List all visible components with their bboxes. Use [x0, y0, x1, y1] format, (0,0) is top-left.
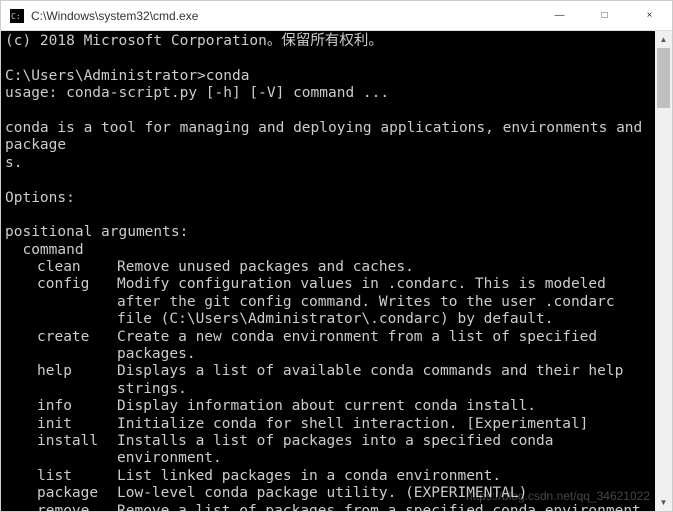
command-row: installInstalls a list of packages into … — [5, 433, 651, 450]
command-name: clean — [5, 259, 117, 276]
command-row-cont: environment. — [5, 450, 651, 467]
command-row: configModify configuration values in .co… — [5, 276, 651, 293]
close-button[interactable]: × — [627, 1, 672, 30]
terminal-line — [5, 172, 651, 189]
command-row: cleanRemove unused packages and caches. — [5, 259, 651, 276]
maximize-button[interactable]: □ — [582, 1, 627, 30]
command-name: create — [5, 329, 117, 346]
command-name: init — [5, 416, 117, 433]
command-name: package — [5, 485, 117, 502]
command-desc: environment. — [117, 450, 651, 467]
terminal-line: s. — [5, 155, 651, 172]
command-row: listList linked packages in a conda envi… — [5, 468, 651, 485]
command-desc: List linked packages in a conda environm… — [117, 468, 651, 485]
command-name: config — [5, 276, 117, 293]
terminal-line: positional arguments: — [5, 224, 651, 241]
command-desc: after the git config command. Writes to … — [117, 294, 651, 311]
command-typed: conda — [206, 68, 250, 84]
command-row-cont: after the git config command. Writes to … — [5, 294, 651, 311]
scrollbar: ▲ ▼ — [655, 31, 672, 511]
command-desc: packages. — [117, 346, 651, 363]
command-desc: Remove unused packages and caches. — [117, 259, 651, 276]
command-desc: Displays a list of available conda comma… — [117, 363, 651, 380]
terminal-output[interactable]: (c) 2018 Microsoft Corporation。保留所有权利。 C… — [1, 31, 655, 511]
terminal-line: (c) 2018 Microsoft Corporation。保留所有权利。 — [5, 33, 651, 50]
terminal-line: Options: — [5, 190, 651, 207]
minimize-button[interactable]: — — [537, 1, 582, 30]
scroll-down-button[interactable]: ▼ — [655, 494, 672, 511]
terminal-line: conda is a tool for managing and deployi… — [5, 120, 651, 155]
terminal-line — [5, 50, 651, 67]
cmd-window: C: C:\Windows\system32\cmd.exe — □ × (c)… — [0, 0, 673, 512]
command-desc: Display information about current conda … — [117, 398, 651, 415]
command-row: initInitialize conda for shell interacti… — [5, 416, 651, 433]
command-name: list — [5, 468, 117, 485]
titlebar[interactable]: C: C:\Windows\system32\cmd.exe — □ × — [1, 1, 672, 31]
terminal-area: (c) 2018 Microsoft Corporation。保留所有权利。 C… — [1, 31, 672, 511]
cmd-icon: C: — [9, 8, 25, 24]
command-desc: Initialize conda for shell interaction. … — [117, 416, 651, 433]
command-row: removeRemove a list of packages from a s… — [5, 503, 651, 511]
command-row: createCreate a new conda environment fro… — [5, 329, 651, 346]
command-desc: strings. — [117, 381, 651, 398]
command-desc: Modify configuration values in .condarc.… — [117, 276, 651, 293]
scroll-track[interactable] — [655, 48, 672, 494]
svg-text:C:: C: — [11, 12, 21, 21]
command-row-cont: strings. — [5, 381, 651, 398]
scroll-up-button[interactable]: ▲ — [655, 31, 672, 48]
command-desc: Create a new conda environment from a li… — [117, 329, 651, 346]
window-title: C:\Windows\system32\cmd.exe — [31, 9, 537, 23]
scroll-thumb[interactable] — [657, 48, 670, 108]
prompt: C:\Users\Administrator> — [5, 68, 206, 84]
command-row-cont: packages. — [5, 346, 651, 363]
terminal-line: C:\Users\Administrator>conda — [5, 68, 651, 85]
terminal-line: usage: conda-script.py [-h] [-V] command… — [5, 85, 651, 102]
terminal-line: command — [5, 242, 651, 259]
command-name: help — [5, 363, 117, 380]
command-desc: Installs a list of packages into a speci… — [117, 433, 651, 450]
command-row: infoDisplay information about current co… — [5, 398, 651, 415]
window-controls: — □ × — [537, 1, 672, 30]
command-name: info — [5, 398, 117, 415]
command-desc: Low-level conda package utility. (EXPERI… — [117, 485, 651, 502]
command-name: install — [5, 433, 117, 450]
terminal-line — [5, 103, 651, 120]
command-desc: Remove a list of packages from a specifi… — [117, 503, 651, 511]
command-row: packageLow-level conda package utility. … — [5, 485, 651, 502]
terminal-line — [5, 207, 651, 224]
command-name: remove — [5, 503, 117, 511]
command-desc: file (C:\Users\Administrator\.condarc) b… — [117, 311, 651, 328]
command-row-cont: file (C:\Users\Administrator\.condarc) b… — [5, 311, 651, 328]
command-row: helpDisplays a list of available conda c… — [5, 363, 651, 380]
